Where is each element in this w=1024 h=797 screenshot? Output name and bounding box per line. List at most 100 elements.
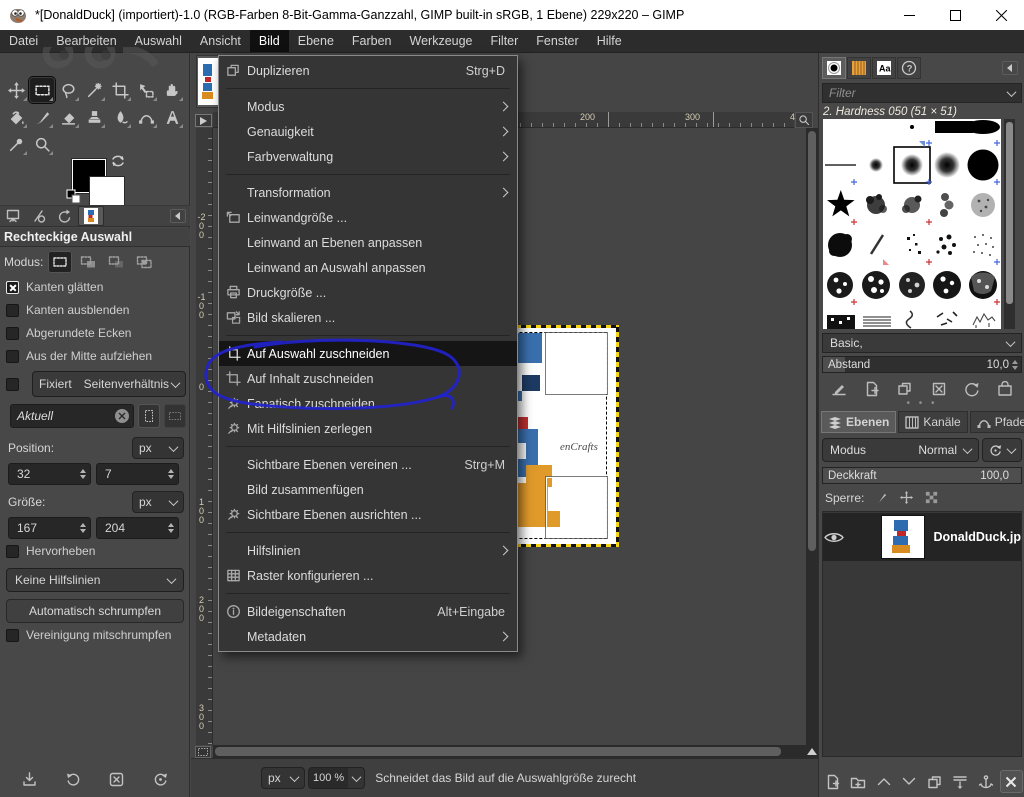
highlight-row[interactable]: Hervorheben [0,539,190,562]
tab-ebenen[interactable]: Ebenen [821,411,896,433]
text-tool-button[interactable] [159,104,185,130]
zoom-tool-button[interactable] [29,131,55,157]
menubar-item-farben[interactable]: Farben [343,30,401,52]
mode-subtract-button[interactable] [104,251,128,273]
menu-item-auf-auswahl-zuschneiden[interactable]: Auf Auswahl zuschneiden [219,341,517,366]
tab-tool-options[interactable] [0,206,26,226]
edit-brush-button[interactable] [826,378,852,400]
shrink-merged-checkbox[interactable] [6,629,19,642]
menu-item-modus[interactable]: Modus [219,94,517,119]
menubar-item-ebene[interactable]: Ebene [289,30,343,52]
menu-item-metadaten[interactable]: Metadaten [219,624,517,649]
menu-item-raster-konfigurieren[interactable]: Raster konfigurieren ... [219,563,517,588]
vertical-scrollbar-thumb[interactable] [808,131,816,551]
position-x-input[interactable]: 32 [8,463,91,485]
reset-tool-button[interactable] [145,767,175,791]
clear-entry-icon[interactable] [115,409,129,423]
menubar-item-filter[interactable]: Filter [482,30,528,52]
tab-help[interactable]: ? [897,57,921,79]
horizontal-scrollbar-thumb[interactable] [215,747,781,756]
feather-checkbox[interactable] [6,304,19,317]
fixed-ratio-dropdown[interactable]: Fixiert Seitenverhältnis [32,371,186,397]
tab-fonts[interactable]: Aa [872,57,896,79]
antialiasing-checkbox[interactable] [6,281,19,294]
lock-pixels-button[interactable] [874,490,889,505]
restore-preset-button[interactable] [58,767,88,791]
selection-handle-bottom-right[interactable] [546,477,607,538]
feather-row[interactable]: Kanten ausblenden [0,298,190,321]
menu-item-duplizieren[interactable]: Duplizieren Strg+D [219,58,517,83]
delete-brush-button[interactable] [926,378,952,400]
clone-tool-button[interactable] [81,104,107,130]
menubar-item-hilfe[interactable]: Hilfe [588,30,631,52]
menu-item-sichtbare-ebenen-vereinen[interactable]: Sichtbare Ebenen vereinen ...Strg+M [219,452,517,477]
spinner-arrows-icon[interactable] [1012,360,1021,370]
menu-item-auf-inhalt-zuschneiden[interactable]: Auf Inhalt zuschneiden [219,366,517,391]
delete-preset-button[interactable] [102,767,132,791]
spinner-arrows-icon[interactable] [168,523,176,533]
delete-layer-button[interactable] [1000,770,1023,793]
tab-device-status[interactable] [26,206,52,226]
duplicate-brush-button[interactable] [892,378,918,400]
smudge-tool-button[interactable] [107,104,133,130]
handle-transform-tool-button[interactable] [159,77,185,103]
rounded-corners-row[interactable]: Abgerundete Ecken [0,321,190,344]
status-zoom-combo[interactable]: 100 % [308,767,365,789]
layer-visibility-toggle[interactable] [823,531,845,544]
rounded-corners-checkbox[interactable] [6,327,19,340]
zoom-follow-window-button[interactable] [795,112,813,128]
merge-down-button[interactable] [949,770,972,793]
fuzzy-select-tool-button[interactable] [81,77,107,103]
image-tab[interactable] [196,55,220,108]
ruler-menu-button[interactable] [195,114,212,127]
layer-mode-switch-button[interactable] [982,438,1022,462]
brush-spacing-slider[interactable]: Abstand 10,0 [822,356,1022,373]
quick-mask-toggle[interactable] [195,746,211,758]
menu-item-sichtbare-ebenen-ausrichten[interactable]: Sichtbare Ebenen ausrichten ... [219,502,517,527]
position-unit-dropdown[interactable]: px [132,437,184,459]
guides-dropdown[interactable]: Keine Hilfslinien [6,568,184,592]
new-layer-button[interactable] [821,770,844,793]
tab-brushes[interactable] [822,57,846,79]
menu-item-bild-skalieren[interactable]: Bild skalieren ... [219,305,517,330]
mode-intersect-button[interactable] [132,251,156,273]
brush-scrollbar-thumb[interactable] [1006,122,1013,304]
lock-position-button[interactable] [899,490,914,505]
refresh-brushes-button[interactable] [959,378,985,400]
anchor-layer-button[interactable] [974,770,997,793]
menubar-item-fenster[interactable]: Fenster [527,30,587,52]
color-picker-tool-button[interactable] [3,131,29,157]
dock-collapse-button[interactable] [1002,61,1018,75]
spinner-arrows-icon[interactable] [80,469,88,479]
menu-item-hilfslinien[interactable]: Hilfslinien [219,538,517,563]
navigation-button[interactable] [806,745,818,758]
menu-item-mit-hilfslinien-zerlegen[interactable]: Mit Hilfslinien zerlegen [219,416,517,441]
highlight-checkbox[interactable] [6,545,19,558]
tab-patterns[interactable] [847,57,871,79]
shrink-merged-row[interactable]: Vereinigung mitschrumpfen [0,623,190,646]
lock-alpha-button[interactable] [924,490,939,505]
expand-from-center-checkbox[interactable] [6,350,19,363]
layer-opacity-slider[interactable]: Deckkraft 100,0 [822,467,1022,484]
dock-grip[interactable]: • • • [819,401,1024,407]
paths-tool-button[interactable] [133,104,159,130]
default-colors-icon[interactable] [66,189,81,204]
menu-item-transformation[interactable]: Transformation [219,180,517,205]
layer-mode-dropdown[interactable]: Modus Normal [822,438,979,462]
menu-item-bild-zusammenfuegen[interactable]: Bild zusammenfügen [219,477,517,502]
vertical-scrollbar[interactable] [806,128,818,745]
size-height-input[interactable]: 204 [96,517,179,539]
layer-row[interactable]: DonaldDuck.jp [823,513,1021,561]
brush-grid-scrollbar[interactable] [1004,119,1015,329]
tab-kanaele[interactable]: Kanäle [898,411,967,433]
horizontal-scrollbar[interactable] [213,745,806,758]
menu-item-bildeigenschaften[interactable]: Bildeigenschaften Alt+Eingabe [219,599,517,624]
auto-shrink-button[interactable]: Automatisch schrumpfen [6,599,184,623]
crop-tool-button[interactable] [107,77,133,103]
mode-replace-button[interactable] [48,251,72,273]
brush-filter-input[interactable]: Filter [822,83,1022,103]
menubar-item-ansicht[interactable]: Ansicht [191,30,250,52]
close-button[interactable] [978,0,1024,30]
new-layer-group-button[interactable] [847,770,870,793]
menu-item-druckgroesse[interactable]: Druckgröße ... [219,280,517,305]
